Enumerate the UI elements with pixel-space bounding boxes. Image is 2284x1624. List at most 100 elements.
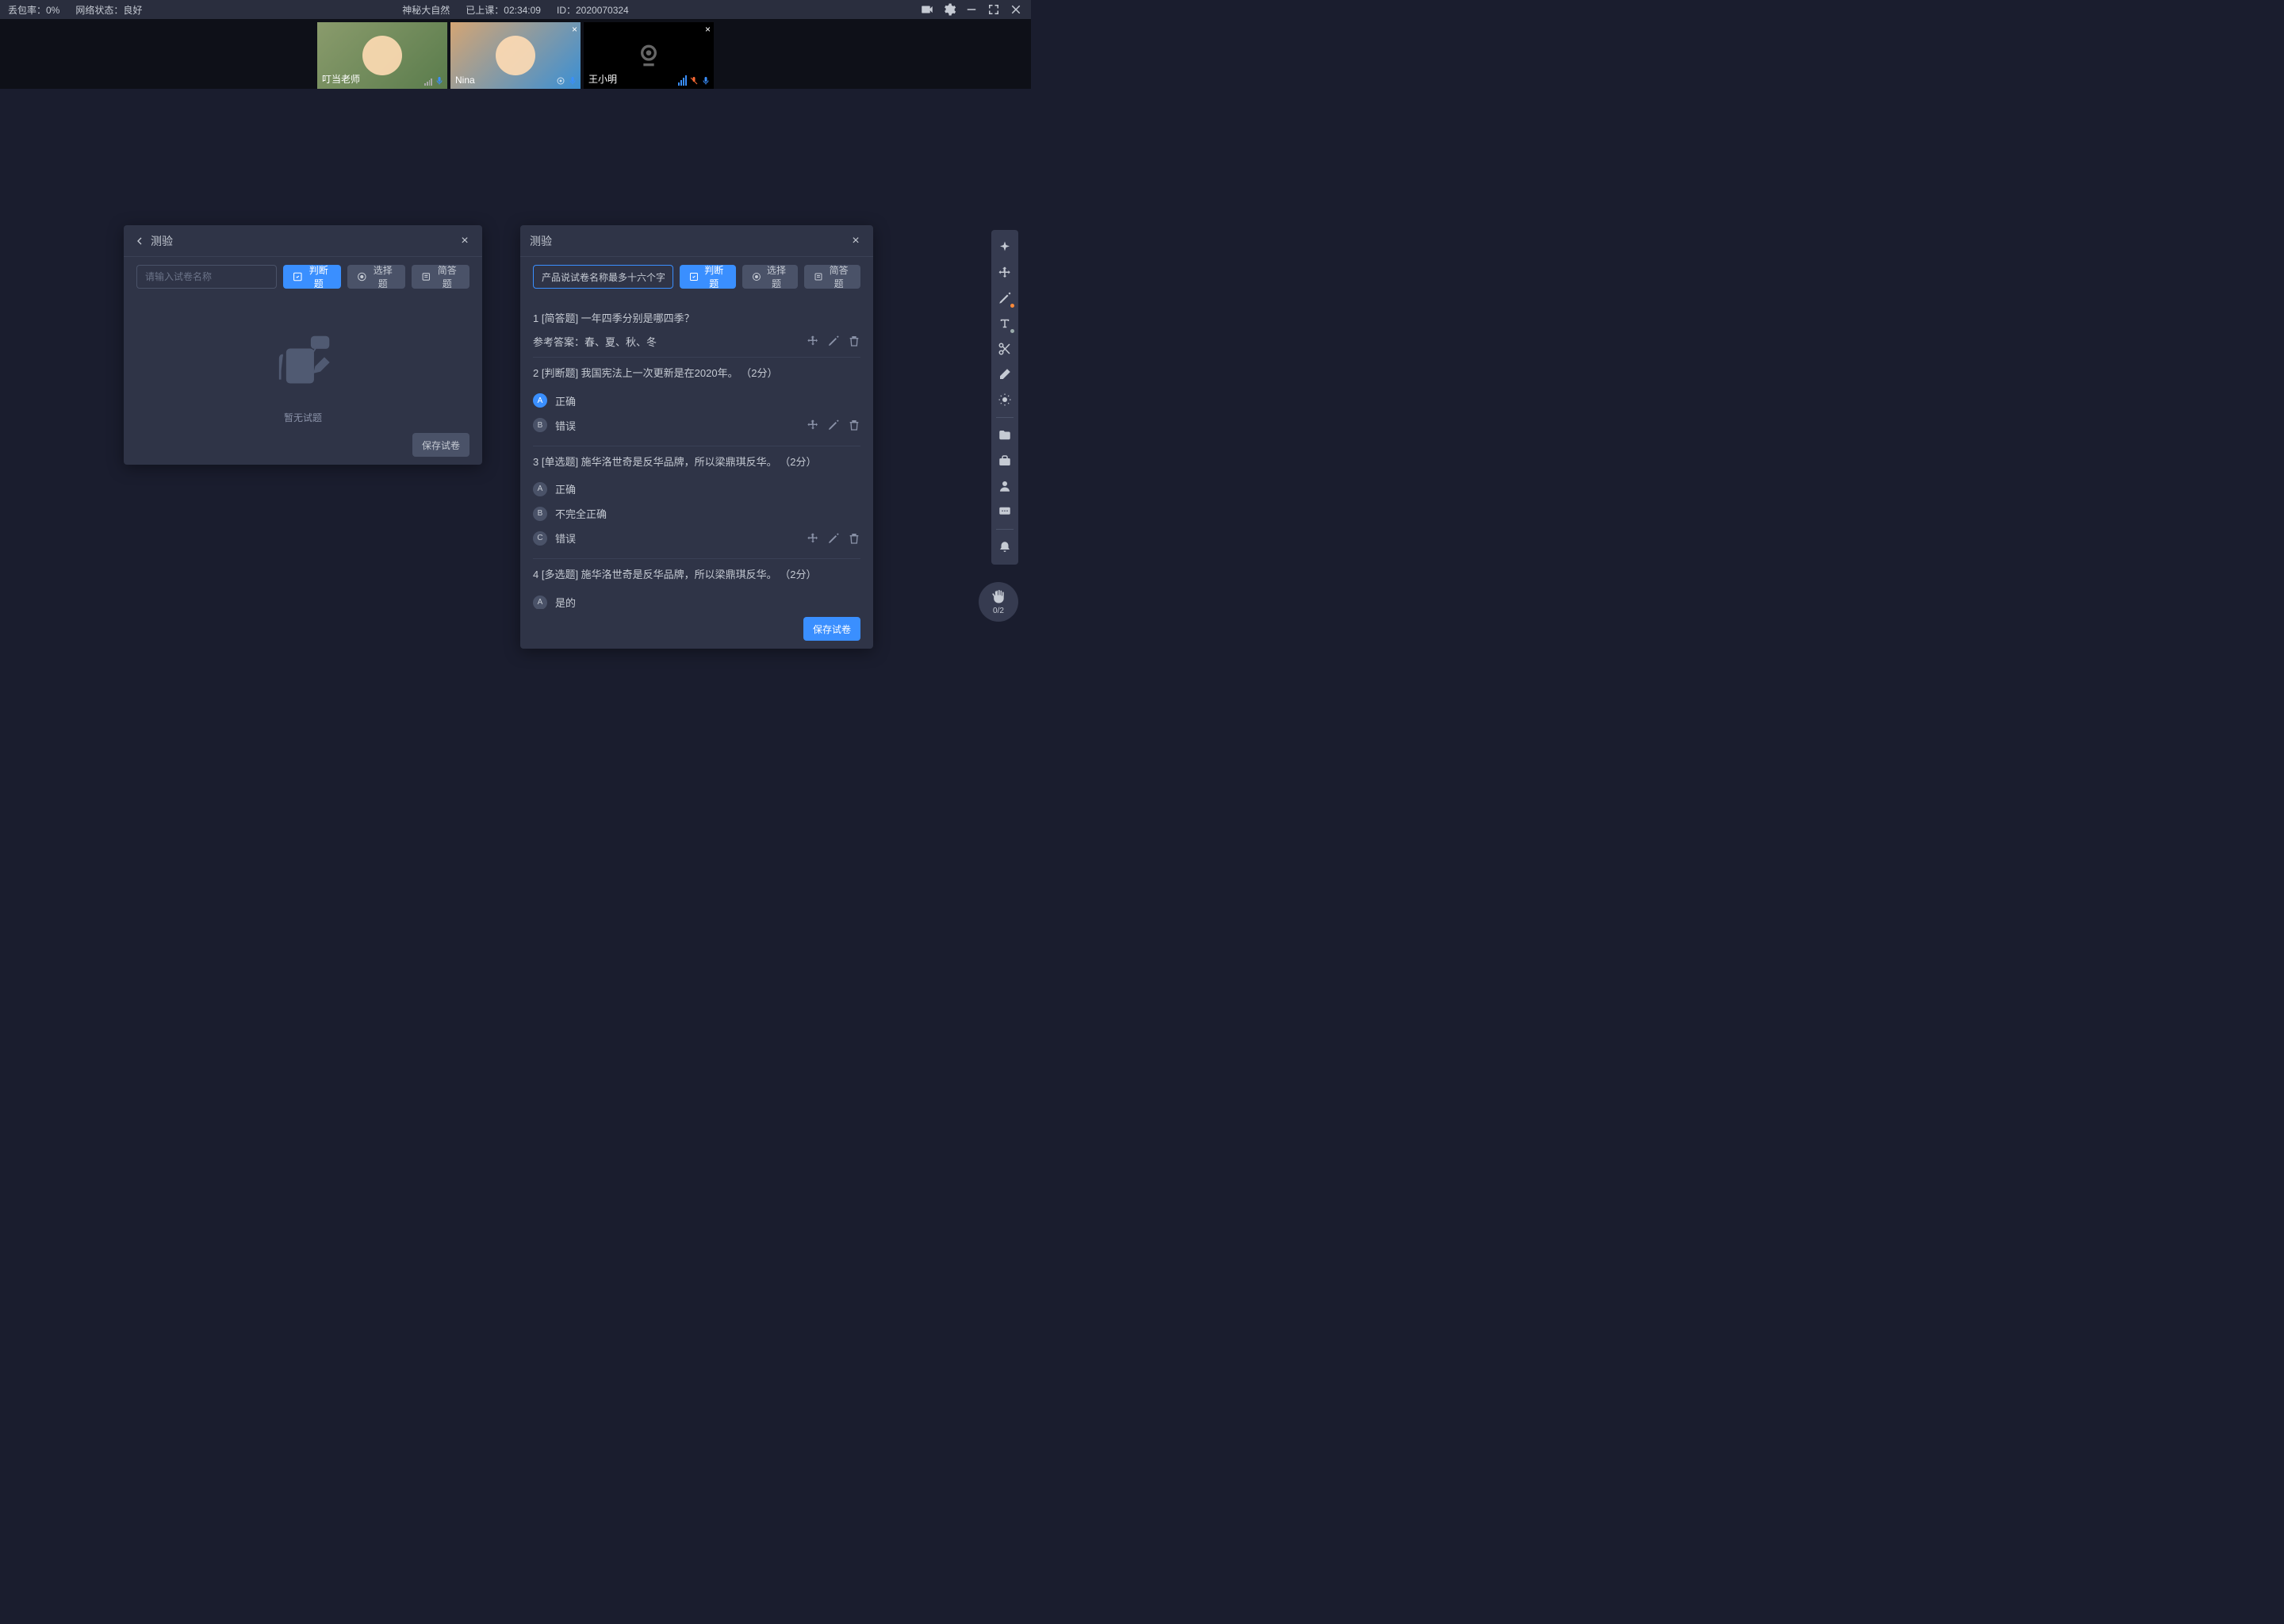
video-name: 叮当老师	[322, 72, 360, 86]
question-title: 1 [简答题] 一年四季分别是哪四季？	[533, 311, 860, 327]
toolbox-icon[interactable]	[994, 450, 1016, 472]
move-icon[interactable]	[807, 532, 819, 545]
back-icon[interactable]	[133, 235, 146, 247]
question-option[interactable]: A 正确	[533, 393, 576, 408]
hand-icon	[991, 589, 1006, 605]
close-icon[interactable]: ×	[457, 233, 473, 249]
short-answer-button[interactable]: 简答题	[412, 265, 469, 289]
panel-footer: 保存试卷	[520, 609, 873, 649]
option-row: C 错误	[533, 526, 860, 550]
session-id: ID：2020070324	[557, 3, 629, 17]
option-label: 正确	[555, 393, 576, 408]
network-status: 网络状态：良好	[75, 3, 142, 17]
question-title: 3 [单选题] 施华洛世奇是反华品牌，所以梁鼎琪反华。 （2分）	[533, 454, 860, 471]
settings-icon[interactable]	[942, 2, 956, 17]
status-right	[920, 2, 1023, 17]
cursor-tool-icon[interactable]	[994, 236, 1016, 259]
edit-icon[interactable]	[827, 335, 840, 347]
close-icon[interactable]: ×	[848, 233, 864, 249]
question-option[interactable]: B 错误	[533, 418, 576, 433]
move-icon[interactable]	[807, 335, 819, 347]
option-label: 错误	[555, 418, 576, 433]
video-tile-teacher[interactable]: 叮当老师	[317, 22, 447, 89]
panel-footer: 保存试卷	[124, 425, 482, 465]
eraser-tool-icon[interactable]	[994, 363, 1016, 385]
empty-quiz-icon	[267, 327, 339, 398]
button-label: 选择题	[765, 263, 789, 290]
audio-level-icon	[678, 75, 687, 86]
video-strip: 叮当老师 × Nina × 王小明	[0, 19, 1031, 89]
brightness-tool-icon[interactable]	[994, 389, 1016, 411]
option-label: 错误	[555, 530, 576, 546]
delete-icon[interactable]	[848, 335, 860, 347]
save-quiz-button[interactable]: 保存试卷	[412, 433, 469, 457]
option-badge: B	[533, 418, 547, 432]
close-icon[interactable]	[1009, 2, 1023, 17]
mic-icon	[435, 76, 444, 86]
question-option[interactable]: B不完全正确	[533, 506, 607, 521]
judgment-question-button[interactable]: 判断题	[283, 265, 341, 289]
video-name: 王小明	[588, 72, 617, 86]
status-center: 神秘大自然 已上课：02:34:09 ID：2020070324	[402, 3, 628, 17]
option-badge: C	[533, 531, 547, 546]
text-tool-icon[interactable]	[994, 312, 1016, 335]
choice-question-button[interactable]: 选择题	[347, 265, 405, 289]
delete-icon[interactable]	[848, 419, 860, 431]
question-option[interactable]: C 错误	[533, 530, 576, 546]
panel-title: 测验	[530, 233, 848, 249]
save-quiz-button[interactable]: 保存试卷	[803, 617, 860, 641]
button-label: 选择题	[370, 263, 396, 290]
video-tile-student-1[interactable]: × Nina	[450, 22, 581, 89]
person-icon[interactable]	[994, 475, 1016, 497]
move-icon[interactable]	[807, 419, 819, 431]
short-answer-button[interactable]: 简答题	[804, 265, 860, 289]
bell-icon[interactable]	[994, 536, 1016, 558]
button-label: 简答题	[435, 263, 460, 290]
option-row: B不完全正确	[533, 501, 860, 526]
question-list[interactable]: 1 [简答题] 一年四季分别是哪四季？参考答案：春、夏、秋、冬 2 [判断题] …	[520, 297, 873, 609]
tool-palette	[991, 230, 1018, 565]
move-tool-icon[interactable]	[994, 262, 1016, 284]
scissors-tool-icon[interactable]	[994, 338, 1016, 360]
answer-text: 参考答案：春、夏、秋、冬	[533, 334, 657, 349]
option-row: A 是的	[533, 590, 860, 609]
question-actions	[807, 532, 860, 545]
quiz-name-input[interactable]	[533, 265, 673, 289]
mic-muted-icon	[689, 76, 699, 86]
video-indicators	[424, 76, 444, 86]
delete-icon[interactable]	[848, 532, 860, 545]
tile-close-icon[interactable]: ×	[705, 24, 711, 35]
chat-icon[interactable]	[994, 500, 1016, 523]
option-badge: A	[533, 393, 547, 408]
question-option[interactable]: A 是的	[533, 595, 576, 609]
judgment-question-button[interactable]: 判断题	[680, 265, 736, 289]
button-label: 判断题	[702, 263, 726, 290]
option-row: B 错误	[533, 413, 860, 438]
minimize-icon[interactable]	[964, 2, 979, 17]
panel-toolbar: 判断题 选择题 简答题	[124, 257, 482, 297]
option-badge: A	[533, 596, 547, 609]
question-item: 3 [单选题] 施华洛世奇是反华品牌，所以梁鼎琪反华。 （2分） A正确 B不完全正…	[533, 446, 860, 560]
question-option[interactable]: A正确	[533, 481, 576, 496]
folder-icon[interactable]	[994, 424, 1016, 446]
signal-icon	[424, 78, 432, 86]
question-title: 4 [多选题] 施华洛世奇是反华品牌，所以梁鼎琪反华。 （2分）	[533, 567, 860, 584]
question-item: 2 [判断题] 我国宪法上一次更新是在2020年。 （2分）A正确B错误	[533, 358, 860, 446]
video-indicators	[678, 75, 711, 86]
edit-icon[interactable]	[827, 419, 840, 431]
tile-close-icon[interactable]: ×	[572, 24, 577, 35]
hand-raise-badge[interactable]: 0/2	[979, 582, 1018, 622]
edit-icon[interactable]	[827, 532, 840, 545]
fullscreen-icon[interactable]	[987, 2, 1001, 17]
quiz-name-input[interactable]	[136, 265, 277, 289]
button-label: 简答题	[826, 263, 851, 290]
video-tile-student-2[interactable]: × 王小明	[584, 22, 714, 89]
mic-icon	[568, 76, 577, 86]
divider	[996, 529, 1014, 530]
camera-settings-icon[interactable]	[920, 2, 934, 17]
pen-tool-icon[interactable]	[994, 287, 1016, 309]
option-label: 是的	[555, 595, 576, 609]
quiz-panel-right: 测验 × 判断题 选择题 简答题 1 [简答题] 一年四季分别是哪四季？ 参考答案…	[520, 225, 873, 649]
choice-question-button[interactable]: 选择题	[742, 265, 799, 289]
signal-icon	[556, 76, 565, 86]
